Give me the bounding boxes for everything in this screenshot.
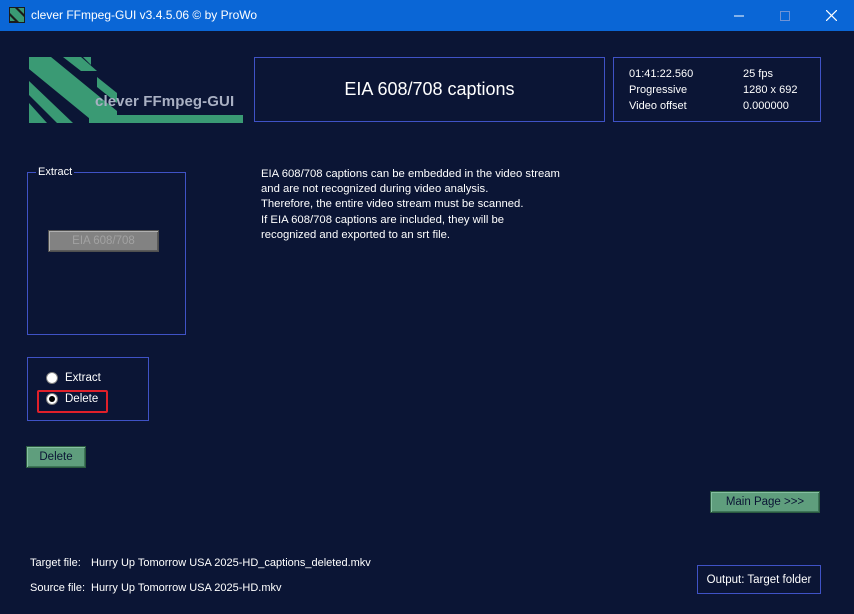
minimize-button[interactable] (716, 0, 762, 31)
scan-type-value: Progressive (629, 84, 688, 96)
app-icon (9, 7, 25, 23)
source-file-value: Hurry Up Tomorrow USA 2025-HD.mkv (91, 582, 282, 594)
close-button[interactable] (808, 0, 854, 31)
description-text: EIA 608/708 captions can be embedded in … (261, 167, 621, 243)
description-line: and are not recognized during video anal… (261, 183, 489, 196)
maximize-icon (780, 10, 790, 21)
extract-radio[interactable] (46, 372, 58, 384)
maximize-button[interactable] (762, 0, 808, 31)
description-line: EIA 608/708 captions can be embedded in … (261, 168, 560, 180)
description-line: If EIA 608/708 captions are included, th… (261, 213, 505, 226)
target-file-label: Target file: (30, 557, 81, 569)
logo (27, 55, 245, 125)
target-file-value: Hurry Up Tomorrow USA 2025-HD_captions_d… (91, 557, 371, 569)
fps-value: 25 fps (743, 68, 773, 80)
ffmpeg-logo-icon (29, 57, 243, 123)
resolution-value: 1280 x 692 (743, 84, 798, 96)
minimize-icon (734, 15, 744, 16)
delete-button[interactable]: Delete (26, 446, 86, 468)
video-offset-label: Video offset (629, 100, 687, 112)
extract-group-label: Extract (36, 166, 75, 178)
duration-value: 01:41:22.560 (629, 68, 694, 80)
delete-radio[interactable] (46, 393, 58, 405)
description-line: Therefore, the entire video stream must … (261, 198, 524, 211)
output-target-folder-button[interactable]: Output: Target folder (697, 565, 821, 594)
page-title: EIA 608/708 captions (254, 57, 605, 122)
delete-radio-label[interactable]: Delete (65, 393, 98, 405)
extract-groupbox: Extract (27, 166, 186, 335)
description-line: recognized and exported to an srt file. (261, 228, 451, 241)
eia-608-708-button[interactable]: EIA 608/708 (48, 230, 159, 252)
title-bar: clever FFmpeg-GUI v3.4.5.06 © by ProWo (0, 0, 854, 31)
close-icon (825, 10, 837, 21)
window-title: clever FFmpeg-GUI v3.4.5.06 © by ProWo (31, 8, 258, 22)
extract-radio-label[interactable]: Extract (65, 372, 101, 384)
logo-text: clever FFmpeg-GUI (95, 93, 235, 110)
source-file-label: Source file: (30, 582, 86, 594)
video-offset-value: 0.000000 (743, 100, 789, 112)
main-page-button[interactable]: Main Page >>> (710, 491, 820, 513)
